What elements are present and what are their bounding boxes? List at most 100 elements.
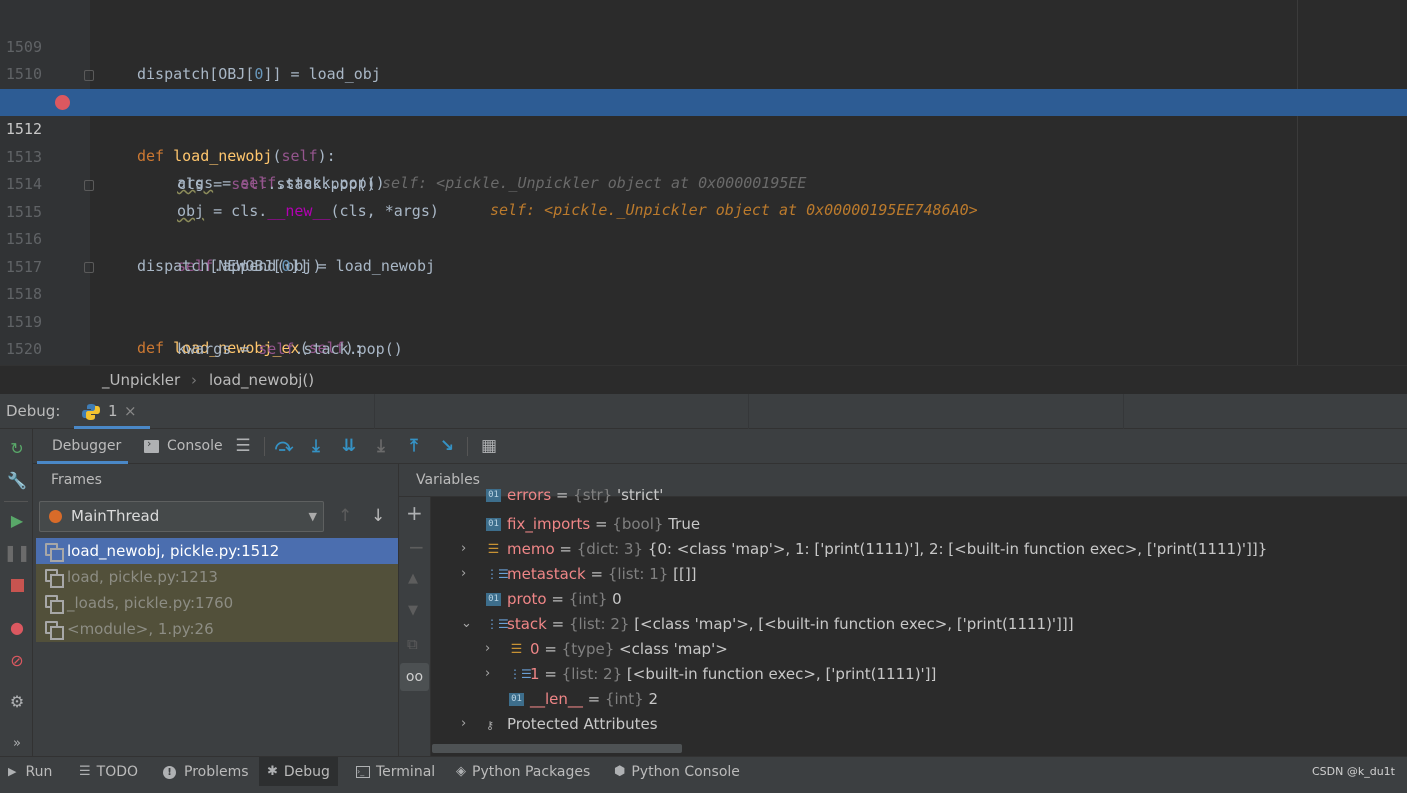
variable-row[interactable]: 01 errors = {str} 'strict' <box>486 489 663 505</box>
remove-watch-icon[interactable]: − <box>408 535 425 559</box>
thread-name: MainThread <box>71 507 160 525</box>
tool-window-bar: ▶ Run ☰ TODO ! Problems ✱ Debug ›_ Terminal ◈… <box>0 756 1407 787</box>
watermark: CSDN @k_du1t <box>1312 765 1395 778</box>
code-line: 1513 cls = self.stack.pop() <box>0 117 1407 193</box>
pause-icon[interactable]: ❚❚ <box>4 541 31 563</box>
show-execution-point-icon[interactable]: ⤼ <box>273 435 295 457</box>
list-icon: ⋮☰ <box>486 567 509 581</box>
frames-panel: Frames MainThread ▼ ↑ ↓ load_newobj, pic… <box>33 464 399 756</box>
resume-icon[interactable]: ▶ <box>6 509 28 531</box>
tab-debugger[interactable]: Debugger <box>37 429 128 464</box>
dict-icon: ☰ <box>487 542 500 557</box>
tab-todo[interactable]: ☰ TODO <box>79 757 138 787</box>
list-icon: ⋮☰ <box>509 667 532 681</box>
variable-row[interactable]: 01 __len__ = {int} 2 <box>509 687 658 712</box>
type-icon: ☰ <box>510 642 523 657</box>
expand-arrow-icon[interactable]: › <box>485 641 490 656</box>
copy-icon[interactable]: ⧉ <box>407 635 418 653</box>
step-into-my-code-icon[interactable]: ⤓ <box>370 435 392 457</box>
python-console-icon: ⬢ <box>614 764 626 779</box>
frame-item[interactable]: load_newobj, pickle.py:1512 <box>36 538 398 564</box>
expand-arrow-icon[interactable]: › <box>461 566 466 581</box>
collapse-arrow-icon[interactable]: ⌄ <box>461 616 472 631</box>
debug-label: Debug: <box>6 402 61 420</box>
fold-marker-icon[interactable] <box>84 262 94 273</box>
variable-row[interactable]: 01 fix_imports = {bool} True <box>486 512 700 537</box>
breakpoint-icon[interactable] <box>55 95 70 110</box>
code-line: 1510 <box>0 34 1407 83</box>
status-bar <box>0 786 1407 793</box>
thread-selector[interactable]: MainThread ▼ <box>39 501 324 532</box>
more-icon[interactable]: » <box>6 732 28 754</box>
expand-arrow-icon[interactable]: › <box>485 666 490 681</box>
tab-problems[interactable]: ! Problems <box>163 757 249 787</box>
frame-label: <module>, 1.py:26 <box>67 620 214 638</box>
rerun-icon[interactable]: ↻ <box>6 437 28 459</box>
protected-attributes-row[interactable]: ⚷ Protected Attributes <box>486 712 658 737</box>
settings-icon[interactable]: ⚙ <box>6 690 28 712</box>
horizontal-scrollbar[interactable] <box>432 744 682 753</box>
python-icon <box>82 404 100 420</box>
move-up-icon[interactable]: ▲ <box>408 571 418 586</box>
tab-terminal[interactable]: ›_ Terminal <box>356 757 435 787</box>
variable-row[interactable]: ☰ memo = {dict: 3} {0: <class 'map'>, 1: … <box>486 537 1268 562</box>
packages-icon: ◈ <box>456 764 466 779</box>
variable-row[interactable]: ⋮☰stack = {list: 2} [<class 'map'>, [<bu… <box>486 612 1074 637</box>
arrow-down-icon[interactable]: ↓ <box>371 506 385 526</box>
primitive-icon: 01 <box>509 693 524 706</box>
breadcrumb: _Unpickler › load_newobj() <box>0 365 1407 394</box>
wrench-icon[interactable]: 🔧 <box>6 469 28 491</box>
frame-label: _loads, pickle.py:1760 <box>67 594 234 612</box>
code-editor[interactable]: 1509 dispatch[OBJ[0]] = load_obj 1510 15… <box>0 0 1407 365</box>
close-icon[interactable]: × <box>124 394 137 429</box>
show-watches-icon[interactable]: oo <box>400 663 429 691</box>
variable-row[interactable]: ⋮☰metastack = {list: 1} [[]] <box>486 562 697 587</box>
expand-arrow-icon[interactable]: › <box>461 541 466 556</box>
terminal-icon: ›_ <box>356 766 370 778</box>
key-icon: ⚷ <box>486 719 495 732</box>
fold-marker-icon[interactable] <box>84 70 94 81</box>
add-watch-icon[interactable]: + <box>406 501 423 525</box>
current-execution-line: 1512 args = self.stack.pop() <box>0 89 1407 192</box>
variable-row[interactable]: ⋮☰1 = {list: 2} [<built-in function exec… <box>509 662 936 687</box>
frames-header: Frames <box>51 472 102 488</box>
variable-row[interactable]: ☰ 0 = {type} <class 'map'> <box>509 637 728 662</box>
frame-item[interactable]: load, pickle.py:1213 <box>36 564 398 590</box>
mute-breakpoints-icon[interactable]: ⊘ <box>6 649 28 671</box>
evaluate-expression-icon[interactable]: ▦ <box>478 435 500 457</box>
variable-row[interactable]: 01 proto = {int} 0 <box>486 587 622 612</box>
tab-console[interactable]: Console <box>167 429 223 464</box>
run-to-cursor-icon[interactable]: ↘ <box>436 435 458 457</box>
layout-menu-icon[interactable]: ☰ <box>232 435 254 457</box>
breadcrumb-class[interactable]: _Unpickler <box>102 366 180 395</box>
code-line: 1509 dispatch[OBJ[0]] = load_obj <box>0 7 1407 83</box>
frame-item[interactable]: <module>, 1.py:26 <box>36 616 398 642</box>
toolbar-divider <box>4 501 28 502</box>
variables-header: Variables <box>416 472 480 488</box>
stop-icon[interactable] <box>6 574 28 596</box>
arrow-up-icon[interactable]: ↑ <box>338 506 352 526</box>
problems-icon: ! <box>163 765 176 779</box>
tab-python-console[interactable]: ⬢ Python Console <box>614 757 740 787</box>
view-breakpoints-icon[interactable]: ● <box>6 616 28 638</box>
frame-item[interactable]: _loads, pickle.py:1760 <box>36 590 398 616</box>
chevron-down-icon: ▼ <box>308 510 317 523</box>
ide-window: 1509 dispatch[OBJ[0]] = load_obj 1510 15… <box>0 0 1407 793</box>
breadcrumb-method[interactable]: load_newobj() <box>209 366 314 395</box>
step-into-icon[interactable]: ⇊ <box>338 435 360 457</box>
fold-marker-icon[interactable] <box>84 180 94 191</box>
expand-arrow-icon[interactable]: › <box>461 716 466 731</box>
tab-debug[interactable]: ✱ Debug <box>259 757 338 787</box>
step-out-icon[interactable]: ⤒ <box>403 435 425 457</box>
tab-python-packages[interactable]: ◈ Python Packages <box>456 757 590 787</box>
move-down-icon[interactable]: ▼ <box>408 603 418 618</box>
step-over-icon[interactable]: ⤓ <box>305 435 327 457</box>
list-icon: ⋮☰ <box>486 617 509 631</box>
frame-icon <box>45 595 64 614</box>
code-line: 1517 <box>0 227 1407 276</box>
debug-session-tab[interactable]: 1 × <box>74 394 150 429</box>
primitive-icon: 01 <box>486 593 501 606</box>
tab-run[interactable]: ▶ Run <box>8 757 52 787</box>
console-icon: › <box>144 437 159 453</box>
debug-title-bar: Debug: 1 × <box>0 394 1407 429</box>
